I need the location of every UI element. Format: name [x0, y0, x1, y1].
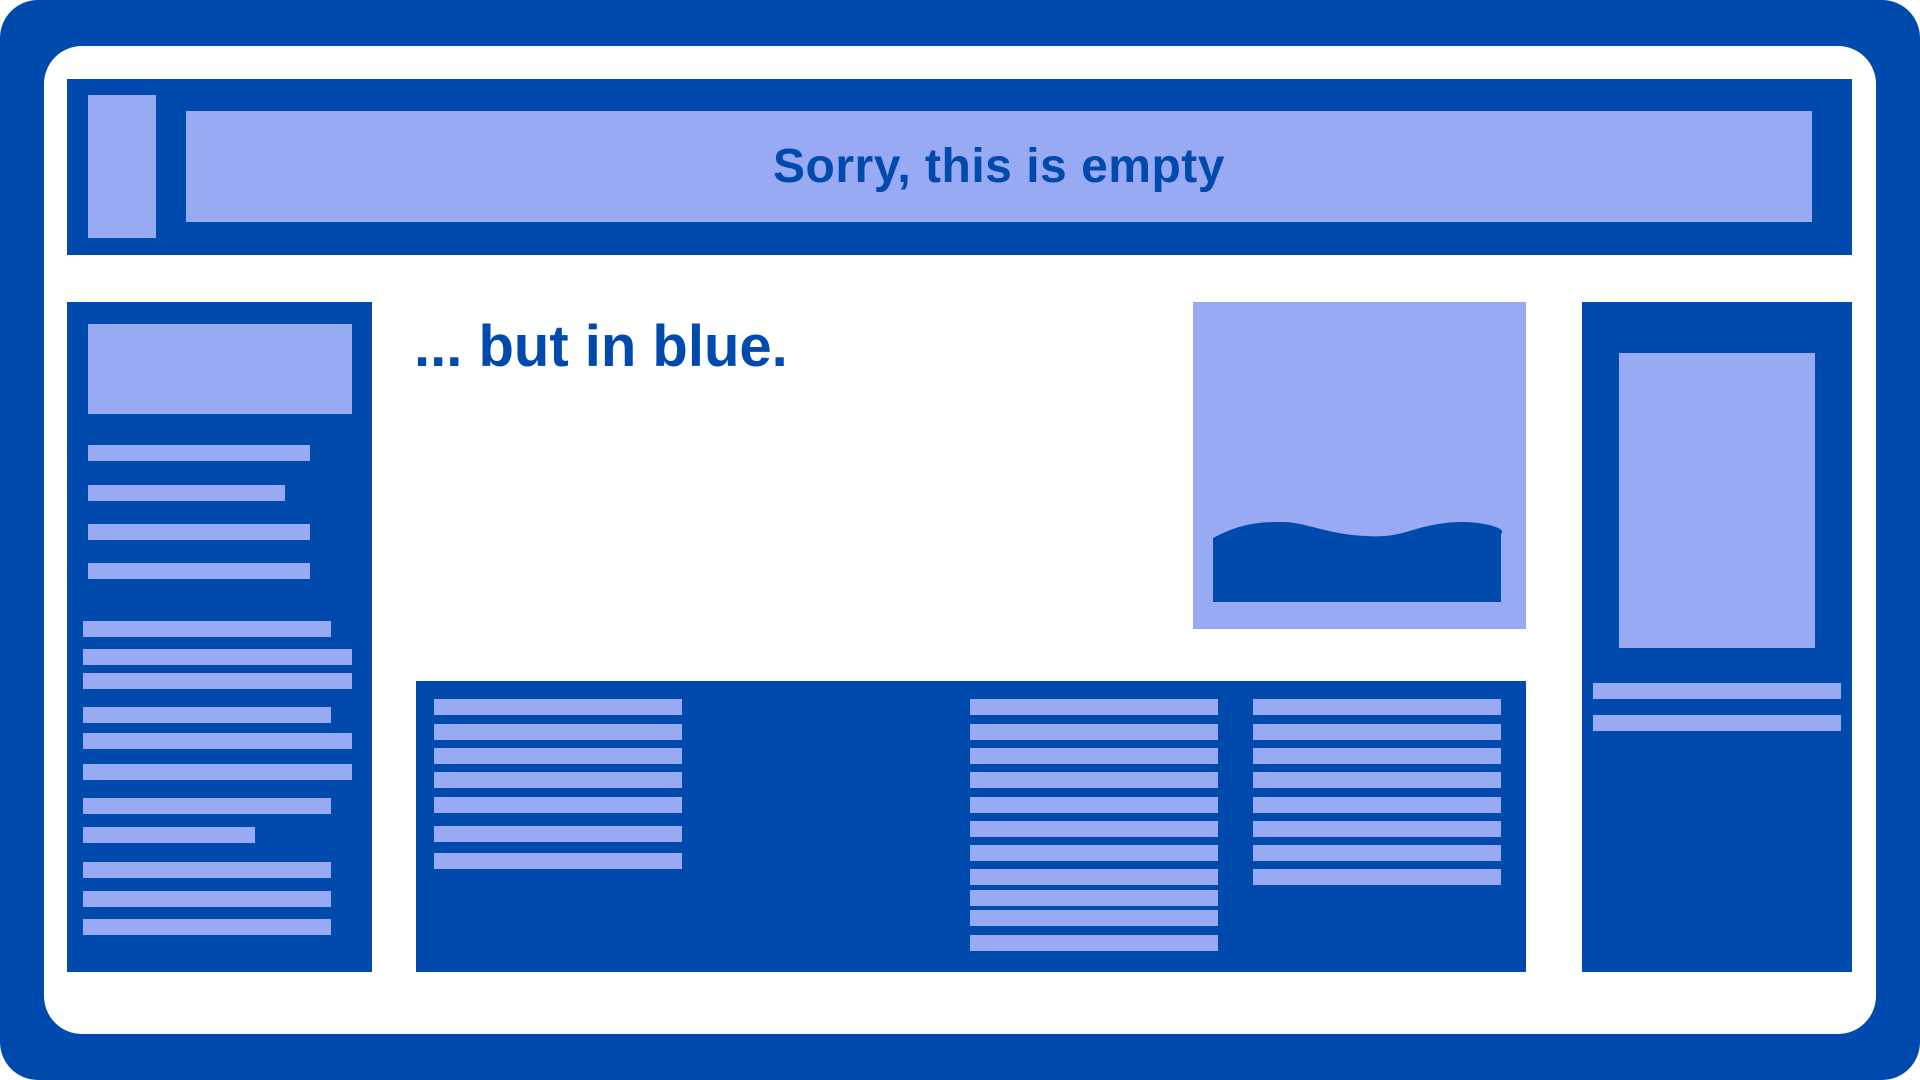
list-item — [1253, 845, 1501, 861]
sidebar-text-line — [83, 649, 352, 665]
landscape-image-icon — [1213, 522, 1503, 602]
list-item — [434, 853, 682, 869]
sidebar-text-line — [83, 827, 255, 843]
list-item — [434, 797, 682, 813]
list-item — [1253, 869, 1501, 885]
sidebar-text-line — [83, 673, 352, 689]
list-item — [434, 772, 682, 788]
sidebar-text-line — [83, 919, 331, 935]
list-item — [970, 724, 1218, 740]
logo-placeholder[interactable] — [88, 95, 156, 238]
list-item — [1253, 821, 1501, 837]
sidebar-image-placeholder — [88, 324, 352, 414]
sidebar-text-line — [83, 707, 331, 723]
sidebar-text-line — [83, 764, 352, 780]
image-placeholder — [1193, 302, 1526, 629]
list-item — [970, 748, 1218, 764]
sidebar-text-line — [83, 621, 331, 637]
list-item — [434, 748, 682, 764]
sidebar-text-line — [1593, 683, 1841, 699]
sidebar-nav-item[interactable] — [88, 524, 310, 540]
sidebar-text-line — [83, 798, 331, 814]
list-item — [1253, 748, 1501, 764]
sidebar-text-line — [83, 862, 331, 878]
list-item — [970, 699, 1218, 715]
list-item — [970, 910, 1218, 926]
list-item — [434, 699, 682, 715]
sidebar-text-line — [83, 733, 352, 749]
list-item — [970, 772, 1218, 788]
sidebar-nav-item[interactable] — [88, 485, 285, 501]
list-item — [1253, 772, 1501, 788]
list-item — [1253, 724, 1501, 740]
list-item — [970, 890, 1218, 906]
sidebar-nav-item[interactable] — [88, 563, 310, 579]
list-item — [970, 821, 1218, 837]
page-title: Sorry, this is empty — [773, 140, 1225, 193]
tagline-heading: ... but in blue. — [414, 314, 788, 379]
sidebar-nav-item[interactable] — [88, 445, 310, 461]
list-item — [970, 845, 1218, 861]
list-item — [1253, 797, 1501, 813]
list-item — [970, 869, 1218, 885]
list-item — [970, 935, 1218, 951]
list-item — [434, 826, 682, 842]
header-title-box: Sorry, this is empty — [186, 111, 1812, 222]
sidebar-text-line — [83, 891, 331, 907]
list-item — [1253, 699, 1501, 715]
ad-placeholder[interactable] — [1619, 353, 1815, 648]
list-item — [434, 724, 682, 740]
list-item — [970, 797, 1218, 813]
sidebar-text-line — [1593, 715, 1841, 731]
